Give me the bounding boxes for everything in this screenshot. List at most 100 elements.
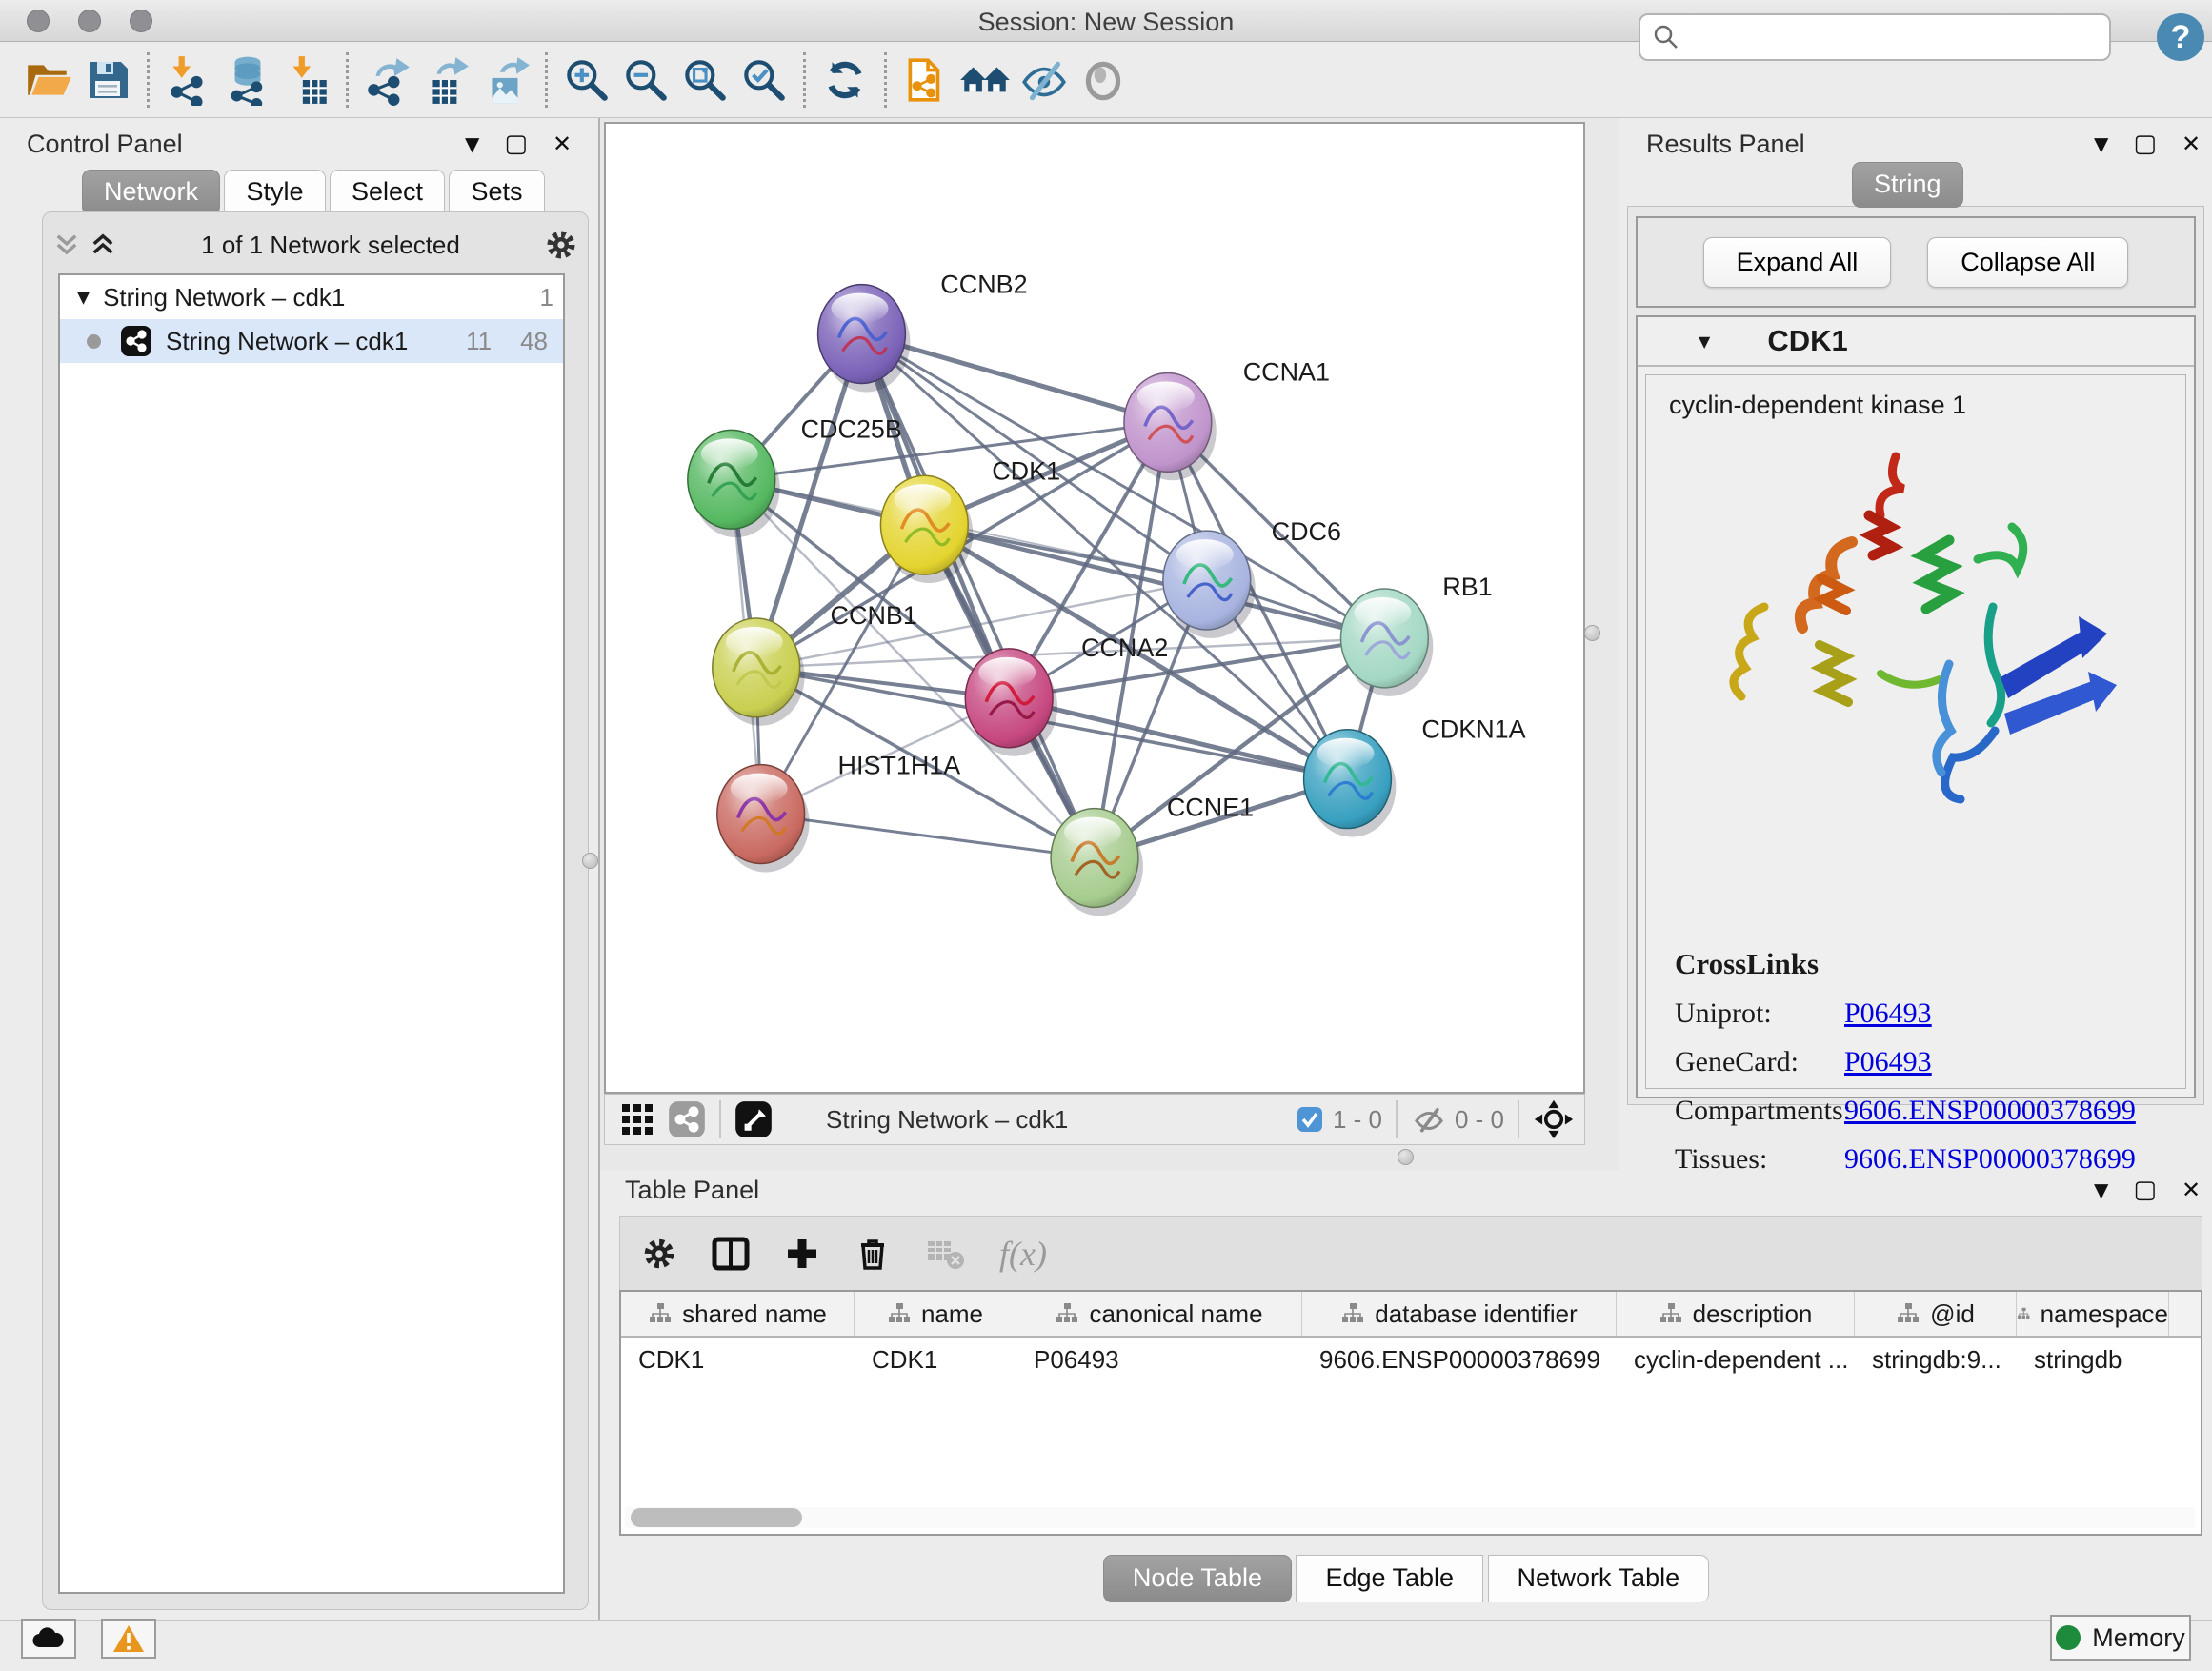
horizontal-scrollbar[interactable] [625,1507,2195,1528]
crosslink-row: Uniprot:P06493 [1675,997,2166,1030]
refresh-button[interactable] [815,50,875,111]
network-collection-row[interactable]: ▾ String Network – cdk1 1 [60,275,563,319]
collapse-panel-icon[interactable]: ▼ [2094,1178,2108,1201]
tab-sets[interactable]: Sets [449,170,544,215]
columns-icon[interactable] [712,1235,750,1273]
share-file-button[interactable] [896,50,955,111]
tab-network-table[interactable]: Network Table [1488,1555,1710,1602]
collapse-panel-icon[interactable]: ▼ [465,132,479,155]
scrollbar-thumb[interactable] [631,1508,802,1527]
zoom-out-button[interactable] [616,50,675,111]
column-header-description[interactable]: description [1617,1292,1855,1336]
horizontal-splitter-handle[interactable] [1398,1149,1414,1165]
table-cell[interactable]: stringdb [2017,1338,2169,1381]
node-RB1[interactable]: RB1 [1340,573,1492,696]
table-row[interactable]: CDK1CDK1P064939606.ENSP00000378699cyclin… [621,1338,2201,1381]
tab-network[interactable]: Network [82,170,220,215]
cloud-status-button[interactable] [21,1619,76,1659]
crosslink-link[interactable]: 9606.ENSP00000378699 [1844,1095,2136,1127]
gear-icon[interactable] [641,1236,677,1272]
float-panel-icon[interactable]: ▢ [504,130,528,158]
show-panels-button[interactable] [1074,50,1133,111]
results-panel-title: Results Panel [1646,130,1805,159]
table-cell[interactable]: stringdb:9... [1855,1338,2017,1381]
zoom-selected-button[interactable] [734,50,794,111]
tab-select[interactable]: Select [330,170,445,215]
birds-eye-view-icon[interactable] [734,1100,773,1138]
float-panel-icon[interactable]: ▢ [2133,1176,2157,1204]
selected-checkbox-icon[interactable] [1297,1106,1323,1133]
node-CCNA2[interactable]: CCNA2 [965,634,1168,756]
add-column-icon[interactable] [784,1236,820,1272]
tab-node-table[interactable]: Node Table [1103,1555,1292,1602]
table-cell[interactable]: 9606.ENSP00000378699 [1302,1338,1617,1381]
collapse-all-icon[interactable] [52,231,81,259]
node-CCNA1[interactable]: CCNA1 [1124,357,1330,480]
collapse-panel-icon[interactable]: ▼ [2094,132,2108,155]
column-header-canonical-name[interactable]: canonical name [1016,1292,1302,1336]
gear-icon[interactable] [544,228,578,262]
help-button[interactable]: ? [2155,11,2206,63]
column-header-namespace[interactable]: namespace [2017,1292,2169,1336]
string-home-button[interactable] [955,50,1015,111]
edge-CCNA2-CDKN1A[interactable] [1009,698,1347,779]
node-CDKN1A[interactable]: CDKN1A [1304,715,1526,837]
expander-icon[interactable]: ▾ [77,283,90,312]
column-header--id[interactable]: @id [1855,1292,2017,1336]
node-CDC25B[interactable]: CDC25B [688,414,902,537]
float-panel-icon[interactable]: ▢ [2133,130,2157,158]
control-panel: Control Panel ▼ ▢ ✕ Network Style Select… [0,118,600,1620]
save-session-button[interactable] [78,50,137,111]
network-canvas[interactable]: CCNB2CCNA1CDC25BCDK1CDC6RB1CCNB1CCNA2CDK… [604,122,1585,1094]
zoom-fit-button[interactable] [675,50,734,111]
close-panel-icon[interactable]: ✕ [2182,1177,2201,1203]
expand-all-icon[interactable] [89,231,117,259]
tab-edge-table[interactable]: Edge Table [1296,1555,1483,1602]
node-label-CDKN1A: CDKN1A [1421,715,1525,744]
crosslink-label: GeneCard: [1675,1046,1844,1078]
left-splitter-handle[interactable] [582,853,598,869]
grid-mode-icon[interactable] [618,1100,656,1138]
expand-all-button[interactable]: Expand All [1703,237,1892,288]
tab-string[interactable]: String [1852,162,1963,208]
memory-button[interactable]: Memory [2050,1615,2191,1661]
import-network-button[interactable] [159,50,218,111]
vertical-splitter-handle[interactable] [1584,625,1600,641]
fit-content-icon[interactable] [1533,1098,1575,1140]
expander-icon[interactable]: ▼ [1699,332,1710,351]
crosslink-link[interactable]: P06493 [1844,1046,1932,1078]
tab-style[interactable]: Style [224,170,325,215]
zoom-in-button[interactable] [557,50,616,111]
node-HIST1H1A[interactable]: HIST1H1A [717,752,961,873]
import-network-from-database-button[interactable] [218,50,277,111]
network-list-box: 1 of 1 Network selected ▾ String Network… [42,211,589,1610]
help-icon: ? [2155,11,2206,63]
table-cell[interactable]: cyclin-dependent ... [1617,1338,1855,1381]
close-panel-icon[interactable]: ✕ [553,131,572,157]
collapse-all-button[interactable]: Collapse All [1927,237,2128,288]
gene-header[interactable]: ▼ CDK1 [1638,317,2194,367]
column-header-shared-name[interactable]: shared name [621,1292,855,1336]
search-input[interactable] [1680,23,2081,52]
table-cell[interactable]: P06493 [1016,1338,1302,1381]
column-header-database-identifier[interactable]: database identifier [1302,1292,1617,1336]
network-mode-icon[interactable] [668,1100,706,1138]
export-network-button[interactable] [358,50,417,111]
network-status-dot [87,334,101,349]
warning-status-button[interactable] [101,1619,156,1659]
close-panel-icon[interactable]: ✕ [2182,131,2201,157]
column-header-name[interactable]: name [855,1292,1016,1336]
export-table-button[interactable] [417,50,476,111]
crosslink-link[interactable]: P06493 [1844,997,1932,1030]
table-cell[interactable]: CDK1 [855,1338,1016,1381]
import-table-button[interactable] [277,50,336,111]
network-svg[interactable]: CCNB2CCNA1CDC25BCDK1CDC6RB1CCNB1CCNA2CDK… [606,124,1583,1092]
export-image-button[interactable] [476,50,535,111]
delete-column-icon[interactable] [855,1236,891,1272]
open-session-button[interactable] [19,50,78,111]
table-cell[interactable]: CDK1 [621,1338,855,1381]
hide-panels-button[interactable] [1015,50,1074,111]
network-row[interactable]: String Network – cdk1 11 48 [60,319,563,363]
search-field[interactable] [1639,13,2111,61]
edge-HIST1H1A-CCNE1[interactable] [761,815,1095,858]
